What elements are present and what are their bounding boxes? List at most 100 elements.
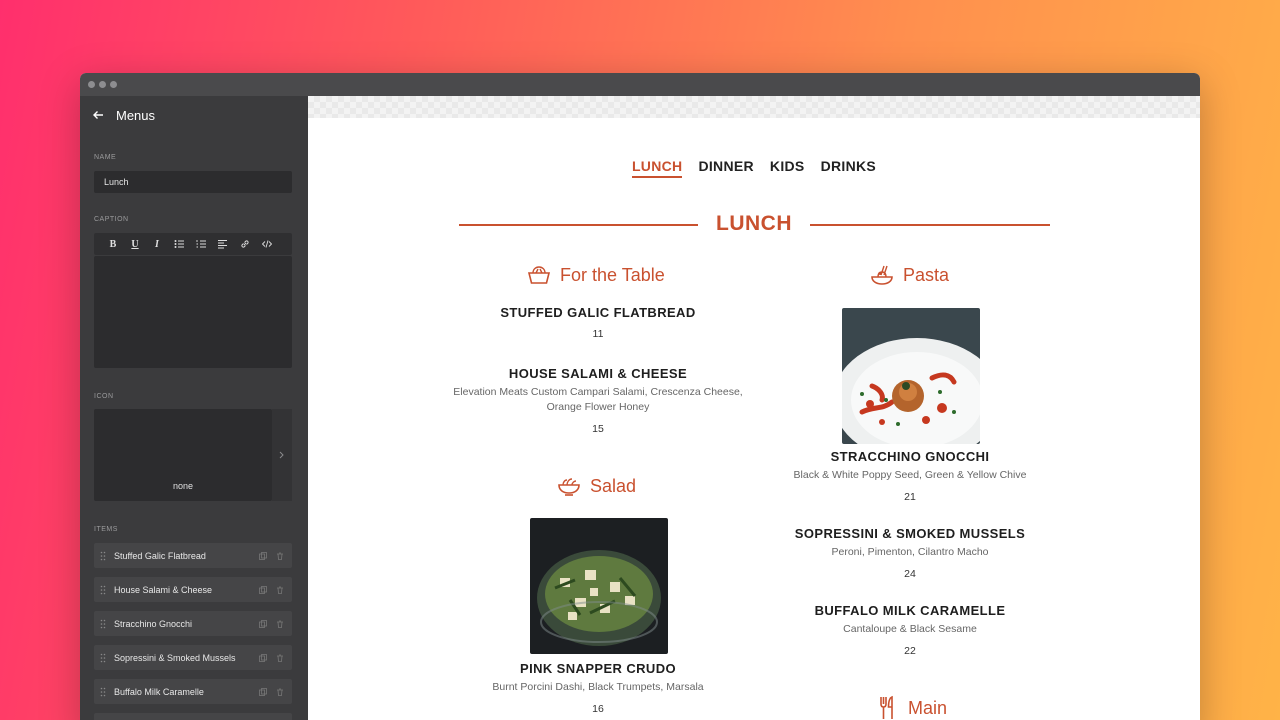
menu-item: HOUSE SALAMI & CHEESE Elevation Meats Cu… [448, 366, 748, 435]
dish-price: 24 [904, 568, 916, 580]
dish-description: Black & White Poppy Seed, Green & Yellow… [793, 469, 1027, 481]
drag-handle-icon[interactable] [100, 653, 106, 663]
menu-item: STUFFED GALIC FLATBREAD 11 [448, 305, 748, 340]
trash-icon[interactable] [276, 688, 284, 696]
item-row[interactable]: Stracchino Gnocchi [94, 611, 292, 636]
name-field[interactable]: Lunch [94, 171, 292, 193]
menu-item: SOPRESSINI & SMOKED MUSSELS Peroni, Pime… [760, 526, 1060, 580]
tab-drinks[interactable]: DRINKS [821, 158, 876, 178]
category-heading: For the Table [526, 262, 665, 288]
section-title: LUNCH [716, 212, 792, 235]
dish-name: STUFFED GALIC FLATBREAD [500, 305, 696, 320]
window-dot[interactable] [88, 81, 95, 88]
code-button[interactable] [256, 239, 278, 250]
align-button[interactable] [212, 239, 234, 250]
item-label: Sopressini & Smoked Mussels [114, 652, 236, 663]
item-row[interactable]: Buffalo Milk Caramelle [94, 679, 292, 704]
icon-value: none [172, 481, 194, 491]
dish-name: STRACCHINO GNOCCHI [830, 449, 990, 464]
item-label: Buffalo Milk Caramelle [114, 686, 204, 697]
bullet-list-icon [174, 239, 184, 248]
editor-sidebar: Menus NAME Lunch CAPTION B U I ICON none [80, 96, 308, 720]
dish-name: PINK SNAPPER CRUDO [520, 661, 676, 676]
item-label: Stracchino Gnocchi [114, 618, 193, 629]
dish-description: Cantaloupe & Black Sesame [843, 623, 977, 635]
fork-knife-icon [880, 695, 893, 719]
icon-label: ICON [94, 393, 114, 400]
dish-price: 16 [592, 703, 604, 715]
drag-handle-icon[interactable] [100, 687, 106, 697]
item-row[interactable] [94, 713, 292, 720]
menu-item: PINK SNAPPER CRUDO Burnt Porcini Dashi, … [448, 661, 748, 715]
bread-basket-icon [527, 266, 551, 284]
code-icon [261, 240, 273, 248]
menu-item: BUFFALO MILK CARAMELLE Cantaloupe & Blac… [760, 603, 1060, 657]
align-left-icon [218, 239, 227, 249]
trash-icon[interactable] [276, 586, 284, 594]
underline-button[interactable]: U [124, 239, 146, 250]
pasta-photo [842, 308, 980, 444]
salad-photo [530, 518, 668, 654]
duplicate-icon[interactable] [259, 619, 267, 628]
icon-picker[interactable]: none [94, 409, 272, 501]
dish-price: 21 [904, 491, 916, 503]
dish-name: BUFFALO MILK CARAMELLE [814, 603, 1006, 618]
dish-description: Elevation Meats Custom Campari Salami, C… [453, 386, 743, 413]
link-icon [241, 240, 249, 248]
tab-lunch[interactable]: LUNCH [631, 158, 683, 178]
name-label: NAME [94, 154, 117, 161]
dish-description: Peroni, Pimenton, Cilantro Macho [831, 546, 989, 558]
bullet-list-button[interactable] [168, 239, 190, 250]
drag-handle-icon[interactable] [100, 585, 106, 595]
app-window: Menus NAME Lunch CAPTION B U I ICON none [80, 73, 1200, 720]
caption-editor[interactable] [94, 256, 292, 368]
menu-item: STRACCHINO GNOCCHI Black & White Poppy S… [760, 449, 1060, 503]
dish-description: Burnt Porcini Dashi, Black Trumpets, Mar… [492, 681, 704, 693]
trash-icon[interactable] [276, 654, 284, 662]
caption-label: CAPTION [94, 216, 129, 223]
dish-price: 11 [592, 328, 604, 340]
pasta-bowl-icon [871, 265, 893, 285]
window-dot[interactable] [110, 81, 117, 88]
category-title: Salad [590, 475, 637, 496]
chevron-right-icon [279, 451, 284, 459]
category-title: Pasta [903, 264, 950, 285]
link-button[interactable] [234, 239, 256, 250]
window-titlebar [80, 73, 1200, 96]
numbered-list-icon [196, 239, 206, 248]
item-label: Stuffed Galic Flatbread [114, 550, 206, 561]
trash-icon[interactable] [276, 552, 284, 560]
dish-price: 22 [904, 645, 916, 657]
duplicate-icon[interactable] [259, 585, 267, 594]
dish-name: HOUSE SALAMI & CHEESE [508, 366, 688, 381]
icon-picker-chevron[interactable] [272, 409, 292, 501]
bold-button[interactable]: B [102, 239, 124, 250]
category-title: For the Table [560, 264, 665, 285]
italic-button[interactable]: I [146, 239, 168, 250]
tab-dinner[interactable]: DINNER [698, 158, 753, 178]
tab-kids[interactable]: KIDS [770, 158, 805, 178]
window-dot[interactable] [99, 81, 106, 88]
drag-handle-icon[interactable] [100, 619, 106, 629]
items-label: ITEMS [94, 526, 118, 533]
menu-preview: LUNCH DINNER KIDS DRINKS LUNCH For the T… [308, 96, 1200, 720]
dish-price: 15 [592, 423, 604, 435]
numbered-list-button[interactable] [190, 239, 212, 250]
dish-name: SOPRESSINI & SMOKED MUSSELS [794, 526, 1026, 541]
duplicate-icon[interactable] [259, 653, 267, 662]
category-title: Main [908, 697, 948, 718]
category-heading: Main [874, 695, 947, 720]
caption-toolbar: B U I [94, 233, 292, 255]
duplicate-icon[interactable] [259, 687, 267, 696]
drag-handle-icon[interactable] [100, 551, 106, 561]
salad-bowl-icon [558, 478, 580, 496]
item-row[interactable]: Sopressini & Smoked Mussels [94, 645, 292, 670]
back-arrow-icon[interactable] [92, 109, 104, 121]
transparency-strip [308, 96, 1200, 118]
duplicate-icon[interactable] [259, 551, 267, 560]
item-row[interactable]: House Salami & Cheese [94, 577, 292, 602]
category-heading: Pasta [869, 262, 949, 288]
category-heading: Salad [556, 473, 636, 499]
item-row[interactable]: Stuffed Galic Flatbread [94, 543, 292, 568]
trash-icon[interactable] [276, 620, 284, 628]
